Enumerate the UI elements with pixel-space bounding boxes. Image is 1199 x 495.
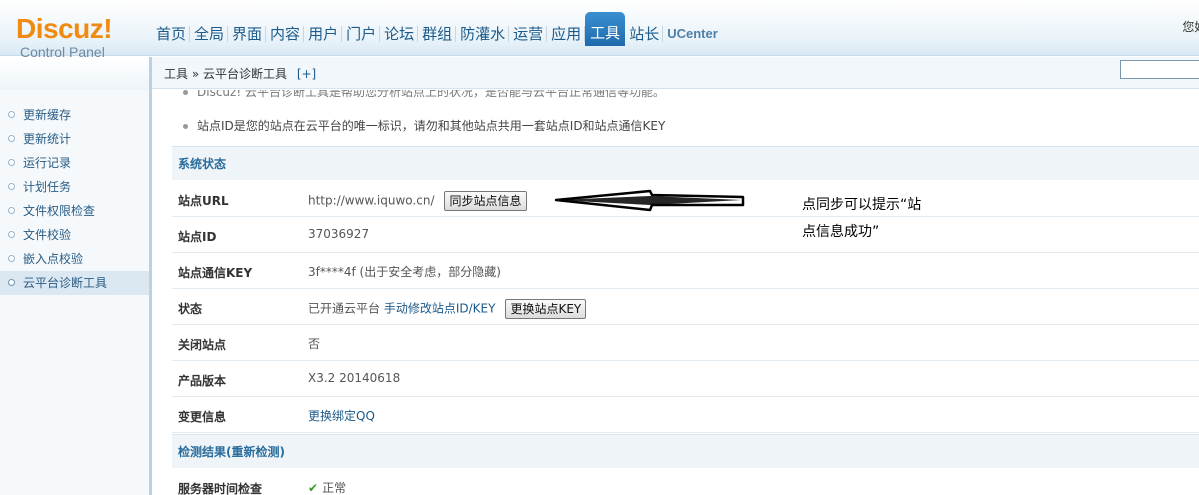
change-site-key-button[interactable]: 更换站点KEY <box>505 299 587 319</box>
nav-forum[interactable]: 论坛 <box>380 17 419 53</box>
row-version: 产品版本 X3.2 20140618 <box>172 361 1199 397</box>
sidebar-header <box>0 57 149 90</box>
annotation-line-1: 点同步可以提示“站 <box>802 197 922 213</box>
server-time-value: ✔ 正常 <box>308 479 346 495</box>
circle-bullet-icon <box>8 159 15 166</box>
sidebar-item[interactable]: 计划任务 <box>0 175 149 199</box>
annotation-arrow-icon <box>554 189 745 212</box>
site-id-value: 37036927 <box>308 227 370 241</box>
nav-plugin[interactable]: 应用 <box>547 17 586 53</box>
nav-style[interactable]: 界面 <box>228 17 267 53</box>
close-site-label: 关闭站点 <box>178 338 227 352</box>
nav-content[interactable]: 内容 <box>266 17 305 53</box>
nav-user[interactable]: 用户 <box>304 17 343 53</box>
user-greeting: 您好, ad <box>1182 20 1199 34</box>
sidebar-item-label: 文件权限检查 <box>23 204 96 218</box>
status-value: 已开通云平台 手动修改站点ID/KEY 更换站点KEY <box>308 299 587 319</box>
breadcrumb-path: 工具 » 云平台诊断工具 <box>164 67 287 81</box>
nav-founder[interactable]: 站长 <box>625 17 664 53</box>
row-status: 状态 已开通云平台 手动修改站点ID/KEY 更换站点KEY <box>172 289 1199 325</box>
section-check-result[interactable]: 检测结果(重新检测) <box>172 434 1199 468</box>
tip-item: 站点ID是您的站点在云平台的唯一标识，请勿和其他站点共用一套站点ID和站点通信K… <box>183 117 665 134</box>
circle-bullet-icon <box>8 207 15 214</box>
logo-wordmark: Discuz! <box>16 13 113 44</box>
version-label: 产品版本 <box>178 374 227 388</box>
row-change-info: 变更信息 更换绑定QQ <box>172 397 1199 433</box>
sidebar-item[interactable]: 文件校验 <box>0 223 149 247</box>
sidebar-item[interactable]: 运行记录 <box>0 151 149 175</box>
nav-group[interactable]: 群组 <box>418 17 457 53</box>
sidebar-item-label: 文件校验 <box>23 228 72 242</box>
tip-text: Discuz! 云平台诊断工具是帮助您分析站点上的状况，是否能与云平台正常通信等… <box>197 90 665 99</box>
site-key-label: 站点通信KEY <box>178 266 253 280</box>
sync-site-button[interactable]: 同步站点信息 <box>444 191 527 211</box>
site-url-label: 站点URL <box>178 194 229 208</box>
status-label: 状态 <box>178 302 203 316</box>
row-site-id: 站点ID 37036927 <box>172 217 1199 253</box>
bullet-icon <box>183 90 188 95</box>
tip-text: 站点ID是您的站点在云平台的唯一标识，请勿和其他站点共用一套站点ID和站点通信K… <box>197 119 666 133</box>
site-id-label: 站点ID <box>178 230 217 244</box>
sidebar-item[interactable]: 更新统计 <box>0 127 149 151</box>
sidebar-item-label: 计划任务 <box>23 180 72 194</box>
circle-bullet-icon <box>8 183 15 190</box>
check-icon: ✔ <box>308 481 319 495</box>
circle-bullet-icon <box>8 111 15 118</box>
sidebar-item-label: 更新缓存 <box>23 108 72 122</box>
breadcrumb: 工具 » 云平台诊断工具 [+] <box>164 65 316 82</box>
site-url-value: http://www.iquwo.cn/同步站点信息 <box>308 191 527 211</box>
sidebar-item-label: 云平台诊断工具 <box>23 276 108 290</box>
breadcrumb-bar: 工具 » 云平台诊断工具 [+] <box>152 57 1199 89</box>
nav-ucenter[interactable]: UCenter <box>663 17 722 53</box>
sidebar-item-label: 运行记录 <box>23 156 72 170</box>
sidebar-item[interactable]: 更新缓存 <box>0 103 149 127</box>
nav-portal[interactable]: 门户 <box>342 17 381 53</box>
nav-extended[interactable]: 运营 <box>509 17 548 53</box>
nav-global[interactable]: 全局 <box>190 17 229 53</box>
sidebar: 更新缓存更新统计运行记录计划任务文件权限检查 文件校验嵌入点校验云平台诊断工具 <box>0 57 152 495</box>
circle-bullet-icon <box>8 279 15 286</box>
sidebar-item[interactable]: 云平台诊断工具 <box>0 271 149 295</box>
header-bar: Discuz! Control Panel 首页 全局 界面 内容 用户 门户 论坛 群组 防灌… <box>0 0 1199 60</box>
sidebar-item[interactable]: 嵌入点校验 <box>0 247 149 271</box>
change-bound-qq-link[interactable]: 更换绑定QQ <box>308 409 375 423</box>
add-shortcut-link[interactable]: [+] <box>297 67 316 81</box>
server-time-label: 服务器时间检查 <box>178 482 263 495</box>
circle-bullet-icon <box>8 231 15 238</box>
nav-tools[interactable]: 工具 <box>585 12 626 46</box>
annotation-note: 点同步可以提示“站 点信息成功” <box>802 192 952 246</box>
top-nav: 首页 全局 界面 内容 用户 门户 论坛 群组 防灌水 运营 应用 工具 站长 UCenter <box>152 12 722 53</box>
site-url-text: http://www.iquwo.cn/ <box>308 193 435 208</box>
version-value: X3.2 20140618 <box>308 371 401 385</box>
annotation-line-2: 点信息成功” <box>802 224 880 240</box>
change-info-value: 更换绑定QQ <box>308 407 375 424</box>
circle-bullet-icon <box>8 255 15 262</box>
search-input[interactable] <box>1120 60 1199 79</box>
main-content: Discuz! 云平台诊断工具是帮助您分析站点上的状况，是否能与云平台正常通信等… <box>155 90 1199 495</box>
edit-site-id-key-link[interactable]: 手动修改站点ID/KEY <box>384 302 496 316</box>
server-time-status: 正常 <box>322 481 347 495</box>
bullet-icon <box>183 124 188 129</box>
status-text: 已开通云平台 <box>308 301 381 316</box>
site-key-value: 3f****4f (出于安全考虑，部分隐藏) <box>308 265 501 279</box>
change-info-label: 变更信息 <box>178 410 227 424</box>
sidebar-item-label: 更新统计 <box>23 132 72 146</box>
nav-safe[interactable]: 防灌水 <box>456 17 510 53</box>
circle-bullet-icon <box>8 135 15 142</box>
sidebar-item[interactable]: 文件权限检查 <box>0 199 149 223</box>
discuz-logo[interactable]: Discuz! Control Panel <box>16 13 113 61</box>
tip-item: Discuz! 云平台诊断工具是帮助您分析站点上的状况，是否能与云平台正常通信等… <box>183 90 665 100</box>
section-system-status: 系统状态 <box>172 146 1199 180</box>
nav-home[interactable]: 首页 <box>152 17 191 53</box>
row-server-time: 服务器时间检查 ✔ 正常 <box>172 469 1199 495</box>
close-site-value: 否 <box>308 337 321 351</box>
sidebar-menu: 更新缓存更新统计运行记录计划任务文件权限检查 文件校验嵌入点校验云平台诊断工具 <box>0 103 149 295</box>
row-site-key: 站点通信KEY 3f****4f (出于安全考虑，部分隐藏) <box>172 253 1199 289</box>
row-close-site: 关闭站点 否 <box>172 325 1199 361</box>
sidebar-item-label: 嵌入点校验 <box>23 252 84 266</box>
